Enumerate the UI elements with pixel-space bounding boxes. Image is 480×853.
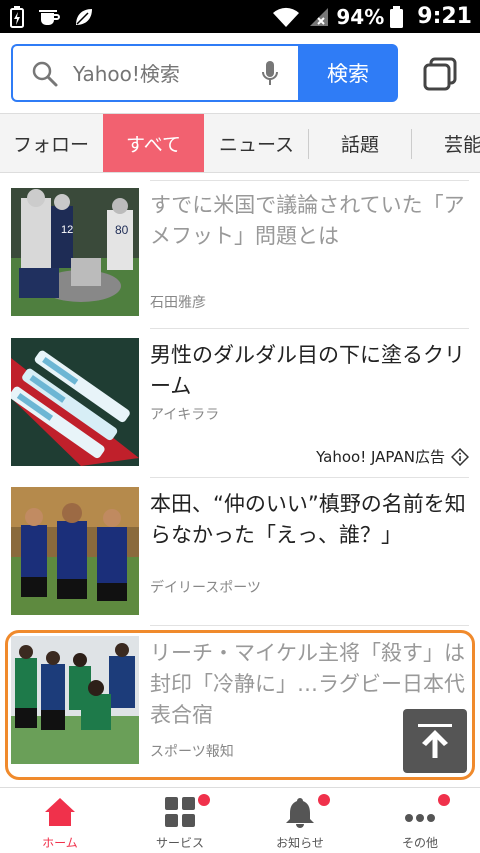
tab-follow[interactable]: フォロー: [0, 114, 102, 172]
battery-percent: 94%: [336, 4, 385, 29]
article-thumbnail[interactable]: [11, 487, 139, 615]
tab-topics[interactable]: 話題: [309, 114, 411, 172]
search-box[interactable]: [11, 44, 299, 102]
nav-notifications[interactable]: お知らせ: [240, 788, 360, 853]
no-signal-icon: [310, 7, 329, 26]
article-source: デイリースポーツ: [150, 580, 262, 596]
nav-label: お知らせ: [276, 836, 324, 850]
nav-label: サービス: [155, 836, 204, 850]
grid-icon: [165, 797, 195, 827]
notification-badge: [198, 794, 210, 806]
divider: [150, 477, 469, 478]
status-bar: 94% 9:21: [0, 0, 480, 33]
article-thumbnail[interactable]: [11, 338, 139, 466]
ad-label-text: Yahoo! JAPAN広告: [316, 448, 445, 466]
bell-icon: [286, 798, 314, 828]
nav-label: その他: [401, 836, 438, 850]
notification-badge: [318, 794, 330, 806]
tab-news[interactable]: ニュース: [205, 114, 308, 172]
leaf-icon: [76, 9, 92, 25]
battery-icon: [390, 5, 404, 28]
article-thumbnail[interactable]: 80 12: [11, 188, 139, 316]
divider: [150, 625, 469, 626]
article-item[interactable]: 80 12 すでに米国で議論されていた「アメフット」問題とは 石田雅彦: [11, 188, 469, 318]
arrow-up-icon: [418, 724, 452, 758]
search-header: 検索: [0, 33, 480, 113]
tab-entertainment[interactable]: 芸能: [412, 114, 480, 172]
article-source: アイキララ: [150, 407, 220, 423]
search-button[interactable]: 検索: [298, 44, 398, 102]
scroll-to-top-button[interactable]: [403, 709, 467, 773]
article-headline[interactable]: すでに米国で議論されていた「アメフット」問題とは: [150, 190, 472, 252]
divider: [150, 328, 469, 329]
info-icon[interactable]: [451, 447, 469, 466]
svg-text:12: 12: [61, 224, 73, 236]
coffee-cup-icon: [39, 10, 60, 25]
battery-charging-icon: [10, 6, 24, 28]
article-headline[interactable]: 本田、“仲のいい”槙野の名前を知らなかった「えっ、誰？」: [150, 489, 472, 551]
article-item[interactable]: 本田、“仲のいい”槙野の名前を知らなかった「えっ、誰？」 デイリースポーツ: [11, 487, 469, 615]
nav-home[interactable]: ホーム: [0, 788, 120, 853]
category-tabs: フォロー すべて ニュース 話題 芸能: [0, 113, 480, 173]
tabs-icon[interactable]: [422, 57, 458, 91]
tab-all[interactable]: すべて: [103, 114, 204, 172]
more-icon: [405, 814, 435, 822]
wifi-icon: [273, 7, 300, 27]
article-source: 石田雅彦: [150, 295, 206, 311]
microphone-icon[interactable]: [261, 60, 279, 88]
svg-text:80: 80: [115, 223, 129, 237]
nav-services[interactable]: サービス: [120, 788, 240, 853]
ad-label[interactable]: Yahoo! JAPAN広告: [316, 446, 469, 467]
home-icon: [45, 798, 75, 826]
nav-label: ホーム: [42, 836, 78, 850]
notification-badge: [438, 794, 450, 806]
divider: [150, 180, 469, 181]
search-icon: [32, 61, 58, 87]
nav-more[interactable]: その他: [360, 788, 480, 853]
news-feed: 80 12 すでに米国で議論されていた「アメフット」問題とは 石田雅彦 男性のダ…: [0, 173, 480, 787]
bottom-navigation: ホーム サービス お知らせ その他: [0, 787, 480, 853]
ad-article-item[interactable]: 男性のダルダル目の下に塗るクリーム アイキララ Yahoo! JAPAN広告: [11, 338, 469, 466]
clock: 9:21: [417, 4, 472, 29]
article-headline[interactable]: 男性のダルダル目の下に塗るクリーム: [150, 340, 472, 402]
search-input[interactable]: [73, 56, 253, 92]
